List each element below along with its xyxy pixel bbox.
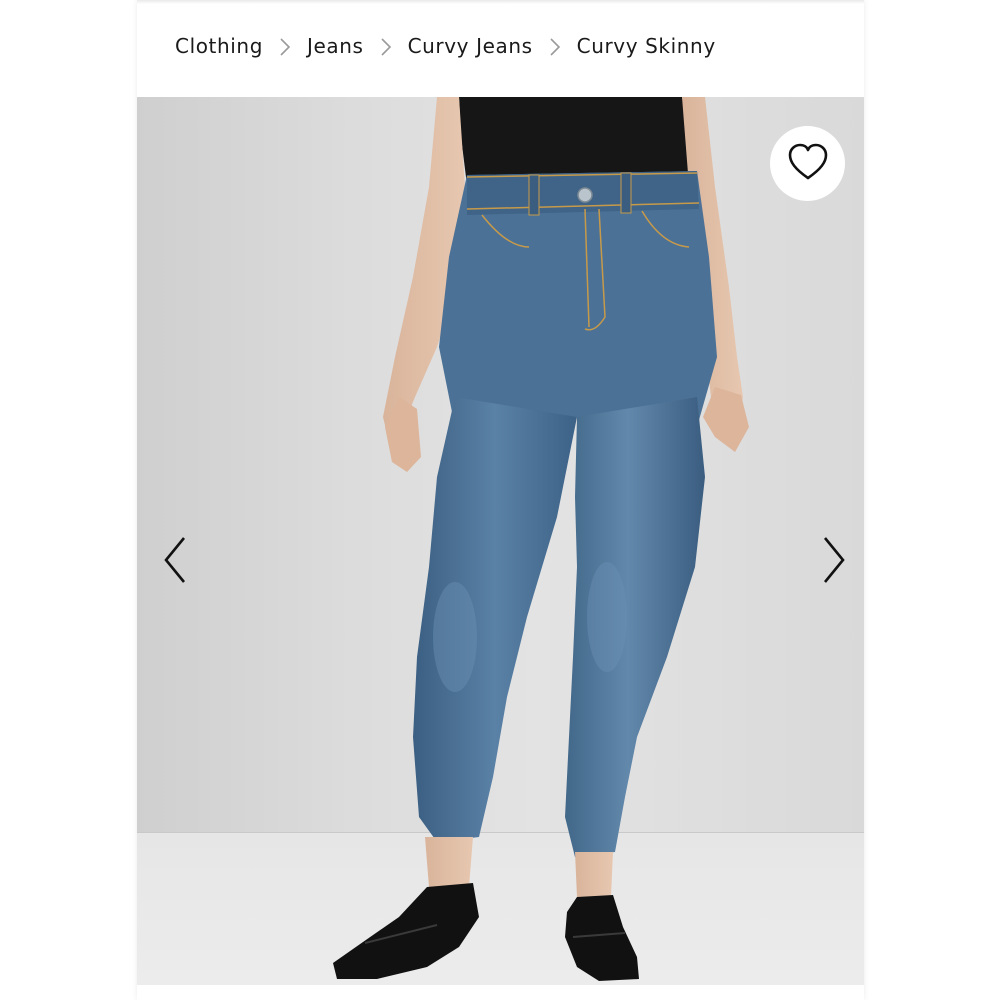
breadcrumb: Clothing Jeans Curvy Jeans Curvy Skinny: [175, 28, 716, 64]
heart-outline-icon: [787, 143, 829, 185]
chevron-left-icon: [162, 536, 188, 588]
breadcrumb-item-curvy-skinny[interactable]: Curvy Skinny: [577, 34, 716, 58]
chevron-right-icon: [271, 36, 299, 56]
chevron-right-icon: [541, 36, 569, 56]
chevron-right-icon: [821, 536, 847, 588]
breadcrumb-item-jeans[interactable]: Jeans: [307, 34, 364, 58]
previous-image-button[interactable]: [155, 532, 195, 592]
top-divider: [137, 0, 864, 4]
product-image[interactable]: [137, 97, 864, 985]
favorite-button[interactable]: [770, 126, 845, 201]
chevron-right-icon: [372, 36, 400, 56]
next-image-button[interactable]: [814, 532, 854, 592]
breadcrumb-item-clothing[interactable]: Clothing: [175, 34, 263, 58]
breadcrumb-item-curvy-jeans[interactable]: Curvy Jeans: [408, 34, 533, 58]
product-photo-jeans: [333, 97, 749, 981]
